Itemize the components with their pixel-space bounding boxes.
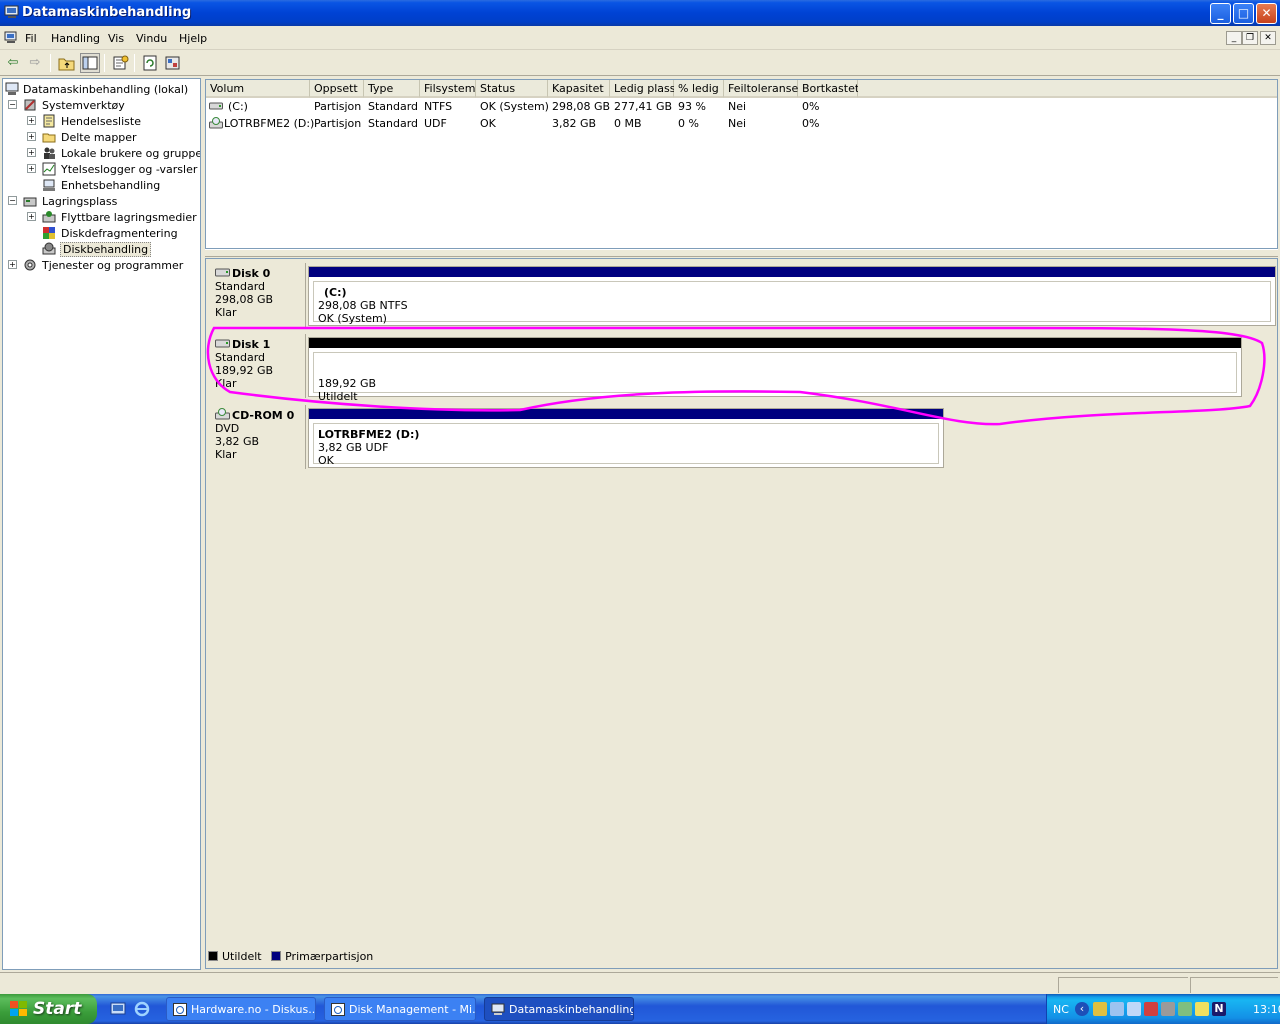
browser-window-icon: [173, 1003, 187, 1016]
taskbar: Start Hardware.no - Diskus... Disk Manag…: [0, 994, 1280, 1024]
start-button[interactable]: Start: [0, 994, 97, 1024]
antivirus-icon[interactable]: [1161, 1002, 1175, 1016]
browser-window-icon: [331, 1003, 345, 1016]
clock[interactable]: 13:10: [1253, 1003, 1280, 1016]
annotation-highlight-disk1: [206, 326, 1266, 426]
language-indicator[interactable]: NC: [1053, 1003, 1069, 1016]
drive-icon[interactable]: [1178, 1002, 1192, 1016]
tray-app-icon[interactable]: [1195, 1002, 1209, 1016]
chevron-left-icon[interactable]: ‹: [1075, 1002, 1089, 1016]
taskbar-button-hardware[interactable]: Hardware.no - Diskus...: [166, 997, 316, 1021]
n-app-icon[interactable]: N: [1212, 1002, 1226, 1016]
taskbar-button-disk-management[interactable]: Disk Management - Mi...: [324, 997, 476, 1021]
network-icon[interactable]: [1127, 1002, 1141, 1016]
windows-flag-icon: [10, 1001, 27, 1017]
status-segment: [1190, 977, 1278, 993]
system-tray: NC ‹ N 13:10: [1046, 994, 1280, 1024]
internet-explorer-icon[interactable]: [134, 1001, 150, 1017]
taskbar-button-computer-management[interactable]: Datamaskinbehandling: [484, 997, 634, 1021]
security-shield-icon[interactable]: [1093, 1002, 1107, 1016]
network-disconnected-icon[interactable]: [1144, 1002, 1158, 1016]
show-desktop-icon[interactable]: [110, 1001, 126, 1017]
computer-management-icon: [491, 1003, 505, 1016]
status-segment: [1058, 977, 1188, 993]
status-bar: [0, 972, 1280, 994]
network-icon[interactable]: [1110, 1002, 1124, 1016]
